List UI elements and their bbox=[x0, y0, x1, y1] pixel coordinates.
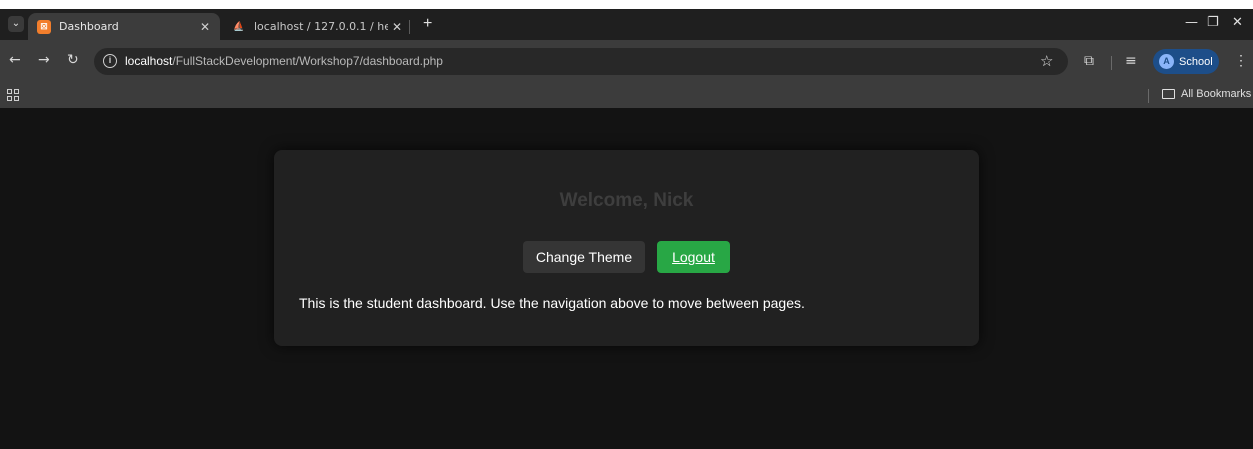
minimize-icon[interactable]: — bbox=[1185, 15, 1198, 30]
apps-grid-icon[interactable] bbox=[7, 89, 19, 101]
reload-icon[interactable]: ↻ bbox=[67, 52, 79, 68]
dashboard-card: Welcome, Nick Change Theme Logout This i… bbox=[274, 150, 979, 346]
profile-label: School bbox=[1179, 55, 1213, 68]
phpmyadmin-icon: ⛵ bbox=[233, 21, 245, 32]
url-text[interactable]: localhost/FullStackDevelopment/Workshop7… bbox=[125, 54, 443, 68]
tab-phpmyadmin[interactable]: ⛵ localhost / 127.0.0.1 / herald_di ✕ bbox=[224, 13, 412, 40]
forward-icon[interactable]: → bbox=[38, 52, 50, 68]
url-host: localhost bbox=[125, 54, 173, 68]
xampp-icon: ⊠ bbox=[37, 19, 51, 34]
logout-button[interactable]: Logout bbox=[657, 241, 730, 273]
tab-strip: ⌄ ⊠ Dashboard ✕ ⛵ localhost / 127.0.0.1 … bbox=[0, 9, 1253, 40]
all-bookmarks-label: All Bookmarks bbox=[1181, 88, 1252, 100]
all-bookmarks-button[interactable]: All Bookmarks bbox=[1162, 88, 1251, 100]
bookmarks-bar: All Bookmarks bbox=[0, 84, 1253, 108]
profile-avatar: A bbox=[1159, 54, 1174, 69]
tab-dashboard[interactable]: ⊠ Dashboard ✕ bbox=[28, 13, 220, 40]
bookmark-star-icon[interactable]: ☆ bbox=[1040, 52, 1053, 70]
profile-button[interactable]: A School bbox=[1153, 49, 1219, 74]
tab-title: Dashboard bbox=[59, 20, 119, 33]
url-path: /FullStackDevelopment/Workshop7/dashboar… bbox=[172, 54, 443, 68]
new-tab-icon[interactable]: + bbox=[423, 15, 432, 33]
browser-window: ⌄ ⊠ Dashboard ✕ ⛵ localhost / 127.0.0.1 … bbox=[0, 9, 1253, 449]
back-icon[interactable]: ← bbox=[9, 52, 21, 68]
dashboard-description: This is the student dashboard. Use the n… bbox=[299, 295, 805, 311]
close-window-icon[interactable]: ✕ bbox=[1232, 15, 1243, 30]
tab-search-icon[interactable]: ⌄ bbox=[8, 16, 24, 32]
address-bar[interactable]: i localhost/FullStackDevelopment/Worksho… bbox=[94, 48, 1068, 75]
change-theme-button[interactable]: Change Theme bbox=[523, 241, 645, 273]
page-content: Welcome, Nick Change Theme Logout This i… bbox=[7, 108, 1253, 449]
site-info-icon[interactable]: i bbox=[103, 54, 117, 68]
close-tab-icon[interactable]: ✕ bbox=[388, 20, 406, 34]
tab-title: localhost / 127.0.0.1 / herald_di bbox=[254, 20, 388, 33]
bookmarks-separator bbox=[1148, 89, 1149, 103]
reading-list-icon[interactable]: ≡ bbox=[1125, 53, 1137, 69]
extensions-icon[interactable]: ⧉ bbox=[1084, 53, 1094, 69]
folder-icon bbox=[1162, 89, 1175, 99]
toolbar-separator bbox=[1111, 56, 1112, 70]
welcome-heading: Welcome, Nick bbox=[559, 190, 694, 211]
menu-kebab-icon[interactable]: ⋮ bbox=[1234, 52, 1248, 69]
restore-icon[interactable]: ❐ bbox=[1207, 15, 1219, 30]
browser-toolbar: ← → ↻ i localhost/FullStackDevelopment/W… bbox=[0, 40, 1253, 84]
close-tab-icon[interactable]: ✕ bbox=[196, 20, 214, 34]
tab-separator bbox=[409, 20, 410, 34]
